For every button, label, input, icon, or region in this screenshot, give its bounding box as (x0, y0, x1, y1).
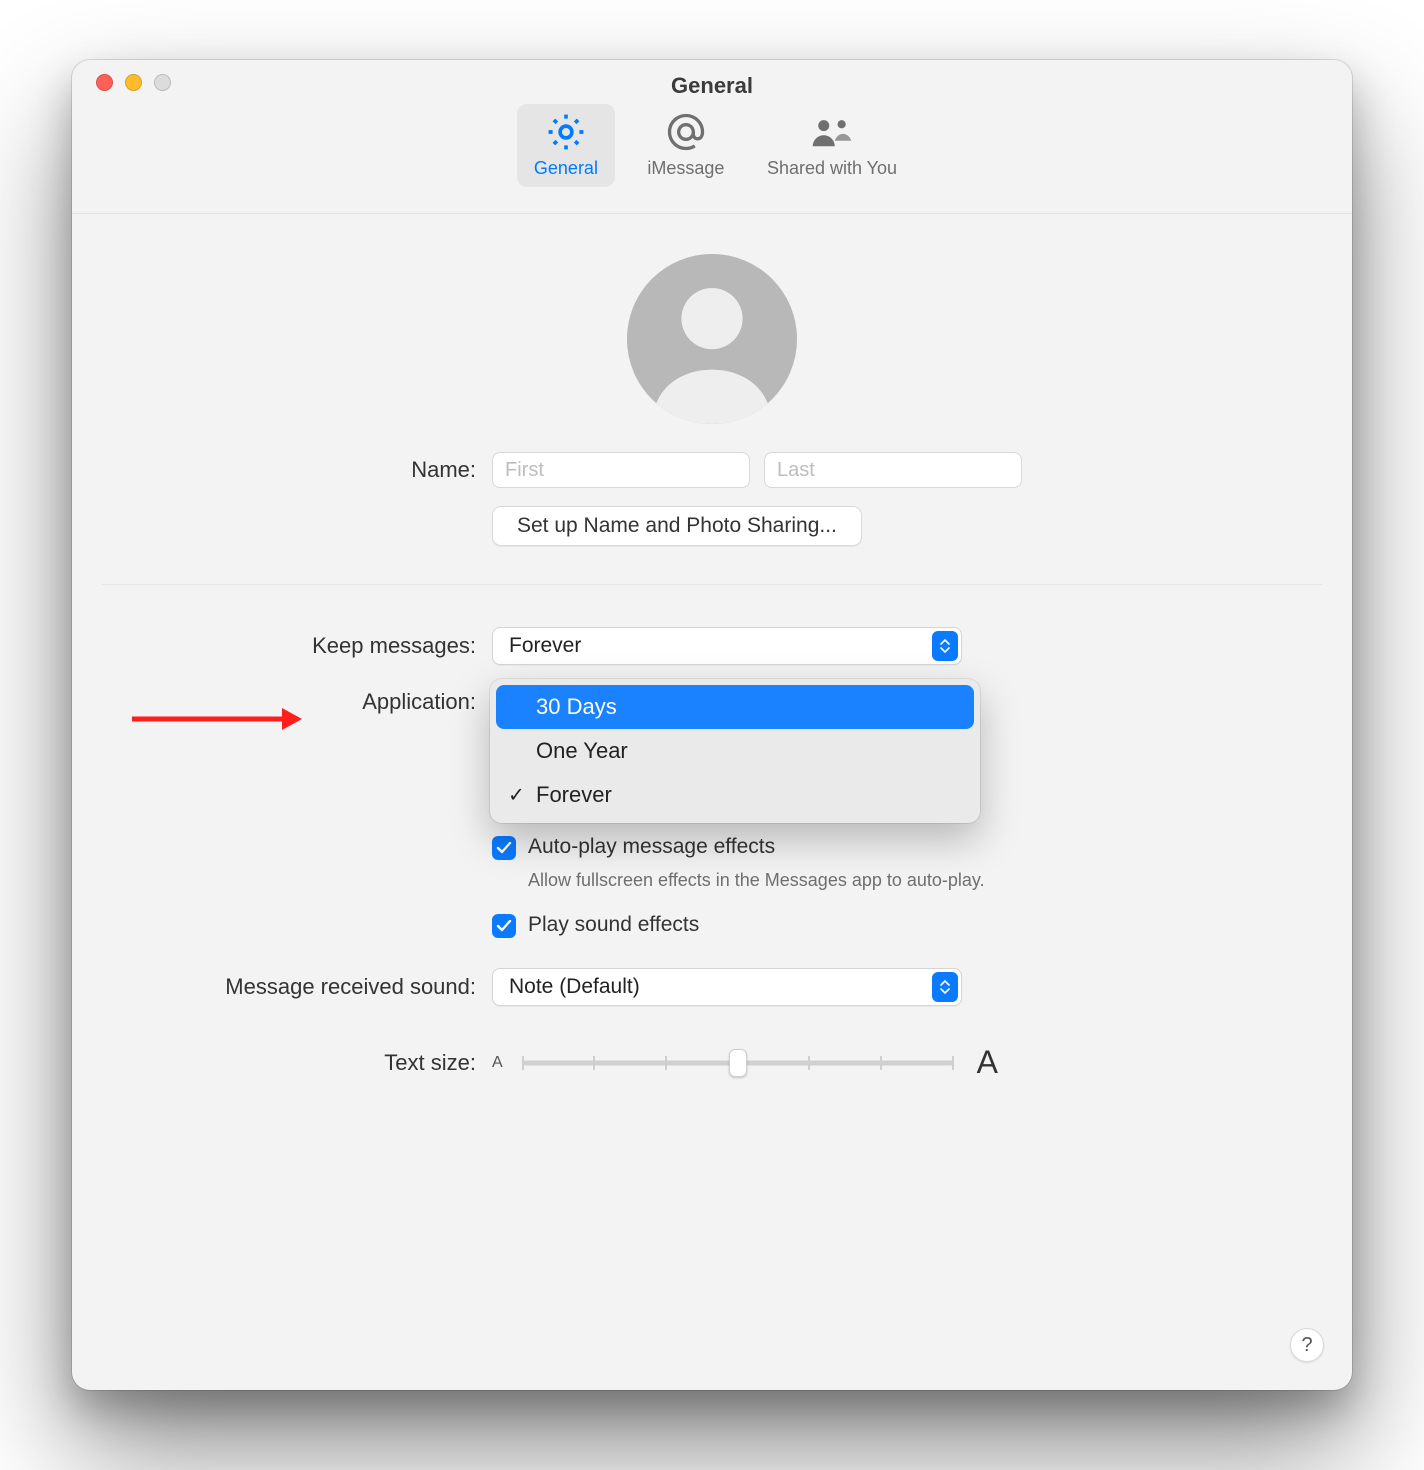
section-divider (102, 584, 1322, 585)
help-button[interactable]: ? (1290, 1328, 1324, 1362)
tab-general-label: General (534, 158, 598, 179)
keep-messages-dropdown: 30 Days One Year ✓ Forever (490, 679, 980, 823)
tab-imessage-label: iMessage (647, 158, 724, 179)
profile-avatar[interactable] (627, 254, 797, 424)
keep-messages-value: Forever (509, 634, 581, 658)
play-sound-effects-label: Play sound effects (528, 913, 699, 937)
autoplay-effects-label: Auto-play message effects (528, 835, 775, 859)
setup-name-photo-button[interactable]: Set up Name and Photo Sharing... (492, 506, 862, 546)
tab-shared-label: Shared with You (767, 158, 897, 179)
name-label: Name: (92, 457, 492, 483)
content-area: Name: Set up Name and Photo Sharing... K… (72, 214, 1352, 1081)
preferences-window: General General (72, 60, 1352, 1390)
keep-messages-label: Keep messages: (92, 633, 492, 659)
text-size-label: Text size: (92, 1050, 492, 1076)
window-titlebar: General (72, 60, 1352, 104)
keep-messages-popup[interactable]: Forever (492, 627, 962, 665)
at-sign-icon (664, 110, 708, 154)
window-title: General (671, 73, 753, 99)
dropdown-option-30-days[interactable]: 30 Days (496, 685, 974, 729)
preferences-toolbar: General iMessage (72, 104, 1352, 214)
tab-general[interactable]: General (517, 104, 615, 187)
last-name-input[interactable] (764, 452, 1022, 488)
slider-thumb[interactable] (729, 1049, 747, 1077)
tab-imessage[interactable]: iMessage (637, 104, 735, 187)
text-size-min-icon: A (492, 1054, 503, 1072)
received-sound-popup[interactable]: Note (Default) (492, 968, 962, 1006)
people-icon (810, 110, 854, 154)
application-label: Application: (92, 687, 492, 715)
dropdown-option-one-year[interactable]: One Year (496, 729, 974, 773)
popup-stepper-icon (932, 631, 958, 661)
text-size-max-icon: A (977, 1044, 998, 1081)
first-name-input[interactable] (492, 452, 750, 488)
popup-stepper-icon (932, 972, 958, 1002)
checkmark-icon: ✓ (508, 783, 525, 808)
text-size-slider[interactable] (523, 1049, 953, 1077)
play-sound-effects-checkbox[interactable] (492, 914, 516, 938)
received-sound-label: Message received sound: (92, 974, 492, 1000)
dropdown-option-forever[interactable]: ✓ Forever (496, 773, 974, 817)
received-sound-value: Note (Default) (509, 975, 640, 999)
autoplay-effects-checkbox[interactable] (492, 836, 516, 860)
gear-icon (544, 110, 588, 154)
traffic-lights (96, 60, 171, 104)
close-window-button[interactable] (96, 74, 113, 91)
tab-shared-with-you[interactable]: Shared with You (757, 104, 907, 187)
minimize-window-button[interactable] (125, 74, 142, 91)
autoplay-effects-helper: Allow fullscreen effects in the Messages… (92, 870, 1332, 891)
zoom-window-button[interactable] (154, 74, 171, 91)
